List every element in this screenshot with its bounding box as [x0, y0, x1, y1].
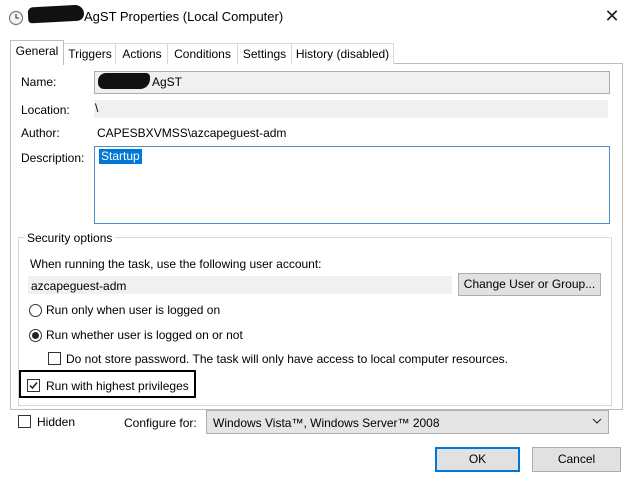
account-value: azcapeguest-adm: [31, 279, 127, 293]
radio-whether-logged-on[interactable]: [29, 329, 42, 342]
hidden-checkbox[interactable]: [18, 415, 31, 428]
change-user-button[interactable]: Change User or Group...: [458, 273, 601, 296]
redacted-title-mark: [27, 4, 85, 24]
checkmark-icon: [29, 382, 38, 390]
tab-general[interactable]: General: [10, 40, 64, 65]
location-label: Location:: [21, 103, 70, 117]
cancel-button[interactable]: Cancel: [532, 447, 621, 472]
task-scheduler-icon: [8, 10, 24, 26]
configure-for-value: Windows Vista™, Windows Server™ 2008: [213, 416, 440, 430]
close-icon[interactable]: ✕: [600, 4, 624, 28]
radio-selected-dot: [32, 332, 39, 339]
window-title: AgST Properties (Local Computer): [84, 9, 284, 24]
ok-button[interactable]: OK: [435, 447, 520, 472]
tab-triggers[interactable]: Triggers: [63, 43, 117, 64]
highest-privileges-checkbox[interactable]: [27, 379, 40, 392]
tab-history[interactable]: History (disabled): [291, 43, 394, 64]
author-value: CAPESBXVMSS\azcapeguest-adm: [97, 126, 287, 140]
radio-logged-on[interactable]: [29, 304, 42, 317]
description-label: Description:: [21, 151, 85, 165]
description-value: Startup: [99, 149, 142, 164]
highest-privileges-label[interactable]: Run with highest privileges: [46, 379, 189, 393]
configure-for-select[interactable]: Windows Vista™, Windows Server™ 2008: [206, 410, 609, 434]
location-value: \: [95, 101, 99, 115]
name-label: Name:: [21, 75, 57, 89]
description-textarea[interactable]: [94, 146, 610, 224]
author-label: Author:: [21, 126, 60, 140]
name-value: AgST: [152, 75, 183, 89]
no-store-password-checkbox[interactable]: [48, 352, 61, 365]
radio-logged-on-label[interactable]: Run only when user is logged on: [46, 303, 220, 317]
location-field: [94, 100, 608, 118]
title-bar: AgST Properties (Local Computer) ✕: [0, 0, 631, 34]
tab-settings[interactable]: Settings: [237, 43, 292, 64]
tab-conditions[interactable]: Conditions: [167, 43, 238, 64]
tab-actions[interactable]: Actions: [115, 43, 169, 64]
hidden-label[interactable]: Hidden: [37, 415, 75, 429]
no-store-password-label[interactable]: Do not store password. The task will onl…: [66, 352, 508, 366]
account-prompt: When running the task, use the following…: [30, 257, 322, 271]
chevron-down-icon: [592, 418, 602, 424]
redacted-name-mark: [98, 73, 150, 89]
radio-whether-label[interactable]: Run whether user is logged on or not: [46, 328, 243, 342]
configure-for-label: Configure for:: [124, 416, 197, 430]
security-options-legend: Security options: [24, 231, 116, 245]
